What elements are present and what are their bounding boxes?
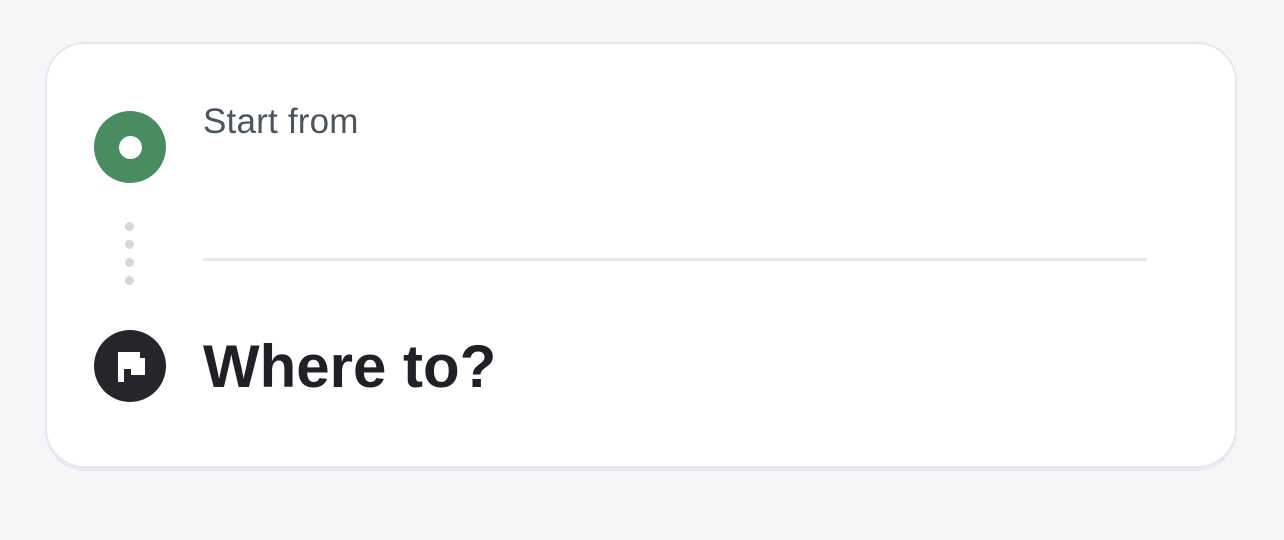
destination-placeholder: Where to? bbox=[203, 333, 497, 400]
route-search-card: Start from Where to? bbox=[45, 42, 1237, 468]
route-connector-dots bbox=[125, 222, 135, 286]
origin-marker-icon bbox=[94, 111, 166, 183]
start-location-field[interactable]: Start from bbox=[203, 98, 1147, 261]
destination-field[interactable]: Where to? bbox=[203, 324, 1147, 410]
flag-icon bbox=[94, 330, 166, 402]
start-location-placeholder: Start from bbox=[203, 102, 359, 141]
